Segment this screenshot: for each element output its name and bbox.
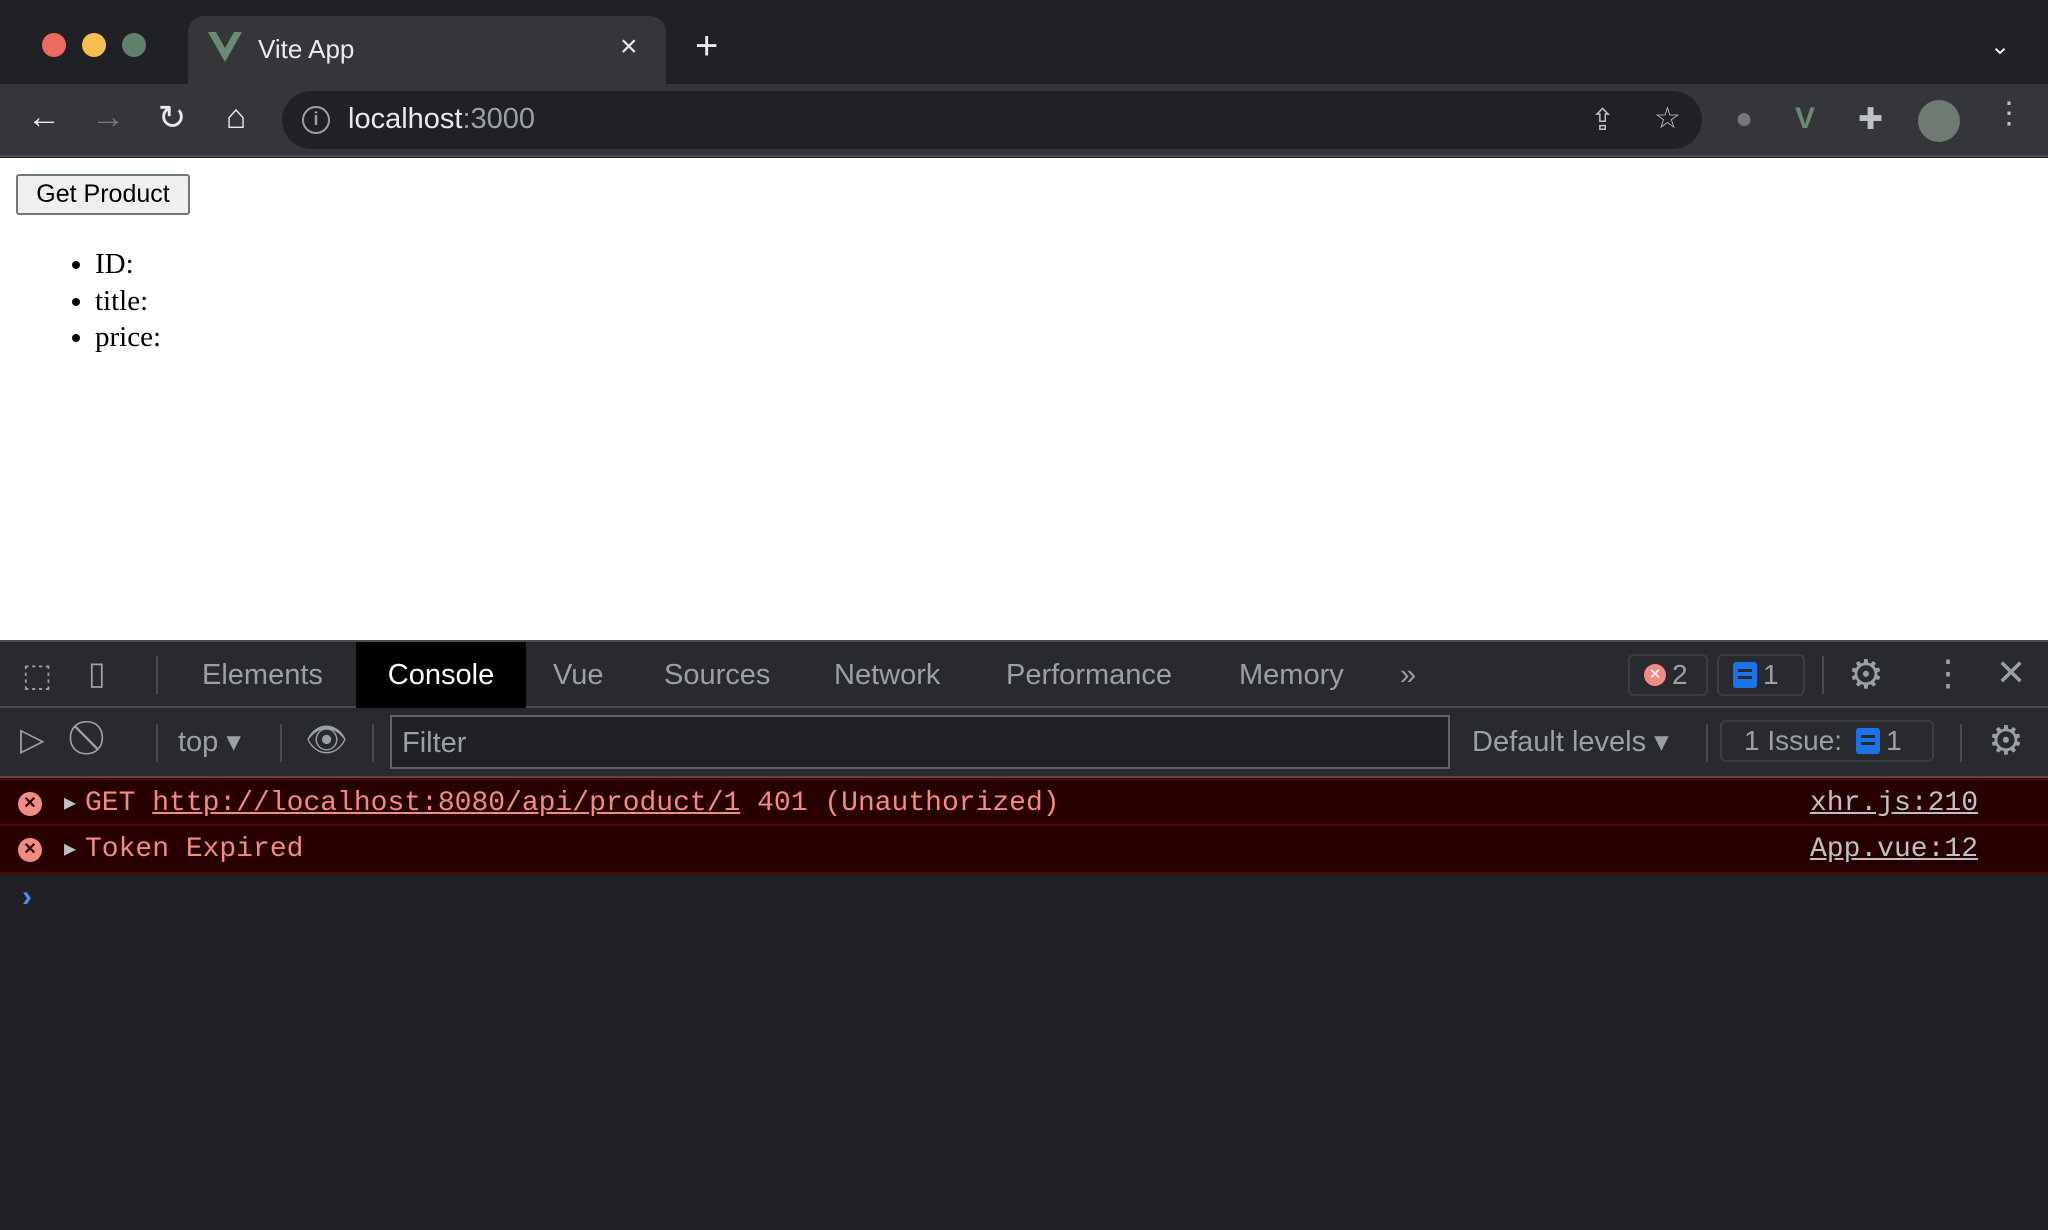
more-menu-icon[interactable]: ⋮ — [1994, 96, 2024, 131]
message-icon — [1733, 661, 1757, 688]
issues-label: 1 Issue: — [1744, 725, 1843, 756]
devtools-menu-icon[interactable]: ⋮ — [1930, 652, 1966, 694]
get-product-button[interactable]: Get Product — [16, 174, 190, 215]
address-bar[interactable]: i localhost:3000 ⇪ ☆ — [282, 91, 1702, 149]
error-count-badge[interactable]: ✕ 2 — [1628, 654, 1708, 696]
extensions-puzzle-icon[interactable]: ✚ — [1858, 102, 1883, 137]
error-status: 401 (Unauthorized) — [740, 788, 1060, 819]
show-sidebar-icon[interactable]: ▷ — [20, 720, 45, 758]
browser-tab[interactable]: Vite App × — [188, 16, 666, 84]
console-settings-gear-icon[interactable]: ⚙ — [1988, 718, 2024, 764]
error-icon: ✕ — [1644, 663, 1666, 686]
tab-performance[interactable]: Performance — [1006, 642, 1172, 708]
error-count: 2 — [1672, 659, 1688, 690]
issues-button[interactable]: 1 Issue: 1 — [1720, 720, 1934, 762]
tab-elements[interactable]: Elements — [202, 642, 323, 708]
new-tab-button[interactable]: + — [695, 26, 718, 66]
vue-logo-icon — [208, 32, 242, 62]
issue-message-icon — [1856, 727, 1881, 754]
console-error-row[interactable]: ✕ ▶ GET http://localhost:8080/api/produc… — [0, 778, 2048, 826]
console-toolbar: ▷ ⃠ top ▾ 👁 Filter Default levels ▾ 1 Is… — [0, 708, 2048, 778]
home-icon[interactable]: ⌂ — [214, 98, 258, 137]
share-icon[interactable]: ⇪ — [1590, 103, 1615, 138]
tab-title: Vite App — [258, 34, 355, 64]
tab-memory[interactable]: Memory — [1239, 642, 1344, 708]
devtools-panel: ⬚ ▯ Elements Console Vue Sources Network… — [0, 640, 2048, 1230]
url-port: :3000 — [462, 103, 536, 135]
browser-toolbar: ← → ↻ ⌂ i localhost:3000 ⇪ ☆ ● V ✚ ⋮ — [0, 84, 2048, 157]
profile-avatar[interactable] — [1918, 100, 1960, 142]
source-link[interactable]: App.vue:12 — [1810, 834, 1978, 865]
site-info-icon[interactable]: i — [302, 106, 330, 134]
console-prompt[interactable]: › — [22, 880, 32, 914]
minimize-window-button[interactable] — [82, 33, 106, 57]
page-content: Get Product ID: title: price: — [0, 158, 2048, 640]
field-price: price: — [95, 319, 161, 356]
vue-devtools-extension-icon[interactable]: V — [1795, 102, 1815, 136]
tab-close-icon[interactable]: × — [620, 30, 638, 64]
back-icon[interactable]: ← — [22, 98, 66, 137]
tab-strip: Vite App × + ⌄ — [0, 0, 2048, 84]
expand-triangle-icon[interactable]: ▶ — [64, 790, 76, 816]
reload-icon[interactable]: ↻ — [150, 98, 194, 138]
issues-count: 1 — [1886, 725, 1902, 756]
bookmark-star-icon[interactable]: ☆ — [1654, 101, 1681, 136]
console-error-row[interactable]: ✕ ▶ Token Expired App.vue:12 — [0, 826, 2048, 874]
field-id: ID: — [95, 246, 161, 283]
field-title: title: — [95, 283, 161, 320]
message-count: 1 — [1763, 659, 1779, 690]
error-icon: ✕ — [18, 792, 42, 816]
tab-sources[interactable]: Sources — [664, 642, 770, 708]
devtools-tabbar: ⬚ ▯ Elements Console Vue Sources Network… — [0, 640, 2048, 708]
tab-console[interactable]: Console — [356, 642, 526, 708]
inspect-element-icon[interactable]: ⬚ — [22, 656, 52, 694]
forward-icon[interactable]: → — [86, 98, 130, 137]
error-message: GET http://localhost:8080/api/product/1 … — [85, 788, 1060, 819]
settings-gear-icon[interactable]: ⚙ — [1848, 652, 1884, 698]
tab-network[interactable]: Network — [834, 642, 940, 708]
tab-vue[interactable]: Vue — [553, 642, 604, 708]
tab-search-chevron-icon[interactable]: ⌄ — [1990, 32, 2010, 61]
more-tabs-icon[interactable]: » — [1400, 642, 1416, 708]
log-levels-value: Default levels — [1472, 726, 1647, 758]
device-toolbar-icon[interactable]: ▯ — [88, 654, 106, 692]
url-host: localhost — [348, 103, 463, 135]
url-text: localhost:3000 — [348, 103, 535, 136]
error-url-link[interactable]: http://localhost:8080/api/product/1 — [152, 788, 740, 819]
expand-triangle-icon[interactable]: ▶ — [64, 836, 76, 862]
product-fields-list: ID: title: price: — [95, 246, 161, 356]
context-value: top — [178, 726, 219, 758]
message-count-badge[interactable]: 1 — [1717, 654, 1805, 696]
filter-input[interactable]: Filter — [390, 715, 1450, 769]
error-message: Token Expired — [85, 834, 304, 865]
close-devtools-icon[interactable]: ✕ — [1996, 652, 2026, 694]
close-window-button[interactable] — [42, 33, 66, 57]
live-expression-eye-icon[interactable]: 👁 — [305, 720, 348, 760]
context-selector[interactable]: top ▾ — [178, 724, 241, 759]
error-method: GET — [85, 788, 153, 819]
extension-bug-icon[interactable]: ● — [1735, 102, 1753, 136]
source-link[interactable]: xhr.js:210 — [1810, 788, 1978, 819]
maximize-window-button[interactable] — [122, 33, 146, 57]
error-icon: ✕ — [18, 838, 42, 862]
log-levels-dropdown[interactable]: Default levels ▾ — [1472, 724, 1669, 759]
